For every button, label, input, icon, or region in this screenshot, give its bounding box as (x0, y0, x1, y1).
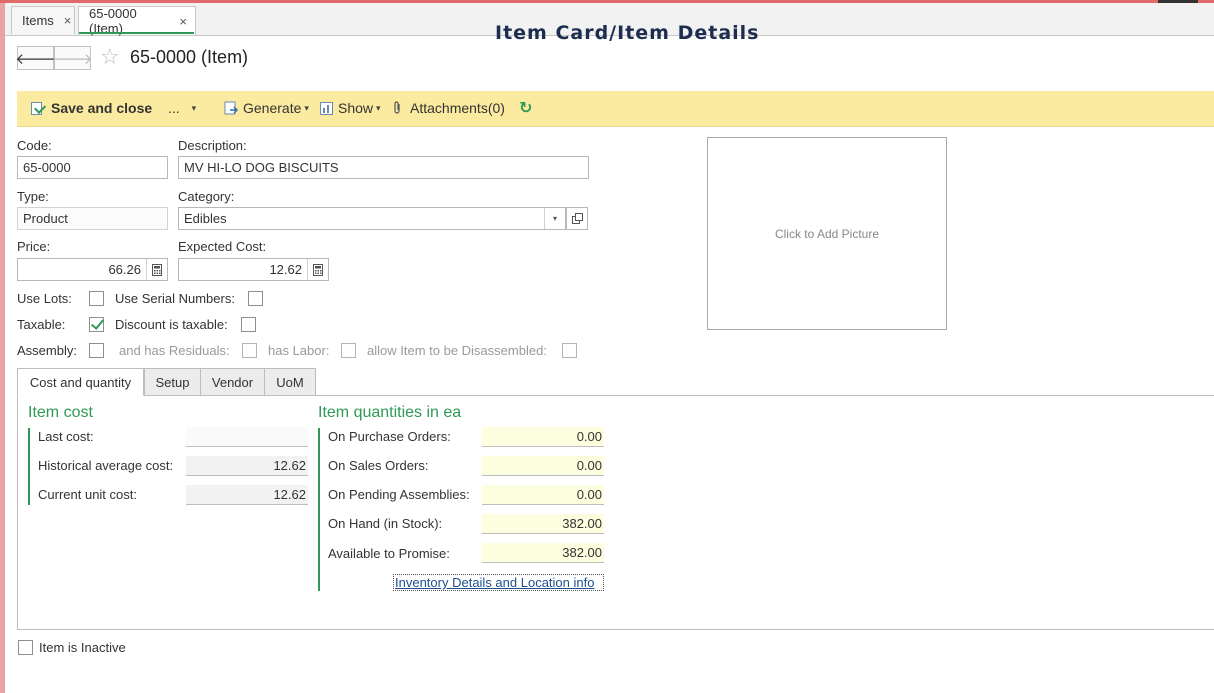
save-and-close-button[interactable]: Save and close (31, 100, 152, 116)
window-handle (1158, 0, 1198, 3)
arrow-right-icon: 🡒 (52, 50, 93, 68)
item-cost-title: Item cost (28, 404, 93, 421)
page-title: 65-0000 (Item) (130, 47, 249, 67)
has-residuals-checkbox (242, 343, 257, 358)
paperclip-icon (394, 101, 400, 114)
chevron-down-icon: ▾ (376, 102, 381, 113)
active-tab-indicator (79, 32, 194, 34)
taxable-checkbox[interactable] (89, 317, 104, 332)
on-pending-assemblies-value: 0.00 (482, 485, 604, 505)
type-label: Type: (17, 189, 49, 204)
use-lots-checkbox[interactable] (89, 291, 104, 306)
arrow-left-icon: 🡐 (15, 50, 56, 68)
assembly-checkbox[interactable] (89, 343, 104, 358)
available-to-promise-value: 382.00 (482, 543, 604, 563)
item-quantities-title: Item quantities in ea (318, 404, 462, 421)
on-hand-label: On Hand (in Stock): (328, 516, 443, 531)
historical-average-cost-label: Historical average cost: (38, 458, 174, 473)
close-icon[interactable]: × (64, 13, 72, 28)
category-select[interactable]: Edibles (178, 207, 566, 230)
assembly-label: Assembly: (17, 343, 77, 358)
show-button[interactable]: Show ▾ (320, 100, 381, 116)
generate-icon (224, 101, 238, 115)
inventory-details-link[interactable]: Inventory Details and Location info (393, 574, 604, 591)
use-serial-label: Use Serial Numbers: (115, 291, 235, 306)
current-unit-cost-label: Current unit cost: (38, 487, 137, 502)
historical-average-cost-value: 12.62 (186, 456, 308, 476)
has-residuals-label: and has Residuals: (119, 343, 230, 358)
current-unit-cost-value: 12.62 (186, 485, 308, 505)
on-purchase-orders-label: On Purchase Orders: (328, 429, 451, 444)
has-labor-label: has Labor: (268, 343, 330, 358)
use-lots-label: Use Lots: (17, 291, 72, 306)
chevron-down-icon[interactable]: ▾ (544, 208, 565, 229)
taxable-label: Taxable: (17, 317, 66, 332)
report-icon (320, 101, 333, 115)
on-sales-orders-label: On Sales Orders: (328, 458, 429, 473)
overlay-title: Item Card/Item Details (495, 22, 760, 44)
code-label: Code: (17, 138, 52, 153)
price-label: Price: (17, 239, 51, 254)
close-icon[interactable]: × (179, 14, 187, 29)
tab-items[interactable]: Items × (11, 6, 75, 34)
open-category-button[interactable] (566, 207, 588, 230)
expected-cost-label: Expected Cost: (178, 239, 267, 254)
description-label: Description: (178, 138, 247, 153)
more-actions-button[interactable]: ... ▾ (168, 100, 196, 116)
command-bar (17, 91, 1214, 127)
tab-item-card[interactable]: 65-0000 (Item) × (78, 6, 196, 36)
save-and-close-label: Save and close (51, 100, 153, 116)
tab-uom[interactable]: UoM (264, 368, 316, 396)
star-icon[interactable]: ☆ (100, 44, 120, 70)
on-purchase-orders-value: 0.00 (482, 427, 604, 447)
on-sales-orders-value: 0.00 (482, 456, 604, 476)
forward-button[interactable]: 🡒 (52, 46, 93, 70)
section-divider (318, 428, 320, 591)
window-left-border (0, 0, 5, 693)
available-to-promise-label: Available to Promise: (328, 546, 450, 561)
calculator-icon[interactable] (146, 259, 166, 280)
last-cost-label: Last cost: (38, 429, 94, 444)
chevron-down-icon: ▾ (304, 102, 309, 113)
discount-taxable-label: Discount is taxable: (115, 317, 228, 332)
code-input[interactable]: 65-0000 (17, 156, 168, 179)
description-input[interactable]: MV HI-LO DOG BISCUITS (178, 156, 589, 179)
tab-setup[interactable]: Setup (144, 368, 201, 396)
save-document-icon (31, 101, 42, 115)
section-divider (28, 428, 30, 505)
back-button[interactable]: 🡐 (15, 46, 56, 70)
allow-disassembly-checkbox (562, 343, 577, 358)
tab-items-label: Items (22, 13, 54, 28)
refresh-icon[interactable]: ↻ (519, 98, 532, 118)
last-cost-value (186, 427, 308, 447)
on-hand-value: 382.00 (482, 514, 604, 534)
tab-vendor[interactable]: Vendor (200, 368, 265, 396)
add-picture-area[interactable]: Click to Add Picture (707, 137, 947, 330)
has-labor-checkbox (341, 343, 356, 358)
show-label: Show (338, 100, 374, 116)
open-window-icon (571, 213, 583, 224)
chevron-down-icon: ▾ (191, 102, 197, 113)
calculator-icon[interactable] (307, 259, 327, 280)
generate-label: Generate (243, 100, 302, 116)
picture-placeholder: Click to Add Picture (774, 226, 880, 241)
on-pending-assemblies-label: On Pending Assemblies: (328, 487, 470, 502)
generate-button[interactable]: Generate ▾ (224, 100, 309, 116)
discount-taxable-checkbox[interactable] (241, 317, 256, 332)
more-label: ... (168, 100, 180, 116)
use-serial-checkbox[interactable] (248, 291, 263, 306)
allow-disassembly-label: allow Item to be Disassembled: (367, 343, 547, 358)
type-field: Product (17, 207, 168, 230)
attachments-label: Attachments(0) (410, 100, 505, 116)
category-label: Category: (178, 189, 235, 204)
tab-cost-and-quantity[interactable]: Cost and quantity (17, 368, 144, 396)
item-inactive-label: Item is Inactive (39, 640, 126, 655)
item-inactive-checkbox[interactable] (18, 640, 33, 655)
attachments-button[interactable]: Attachments(0) (393, 100, 505, 116)
